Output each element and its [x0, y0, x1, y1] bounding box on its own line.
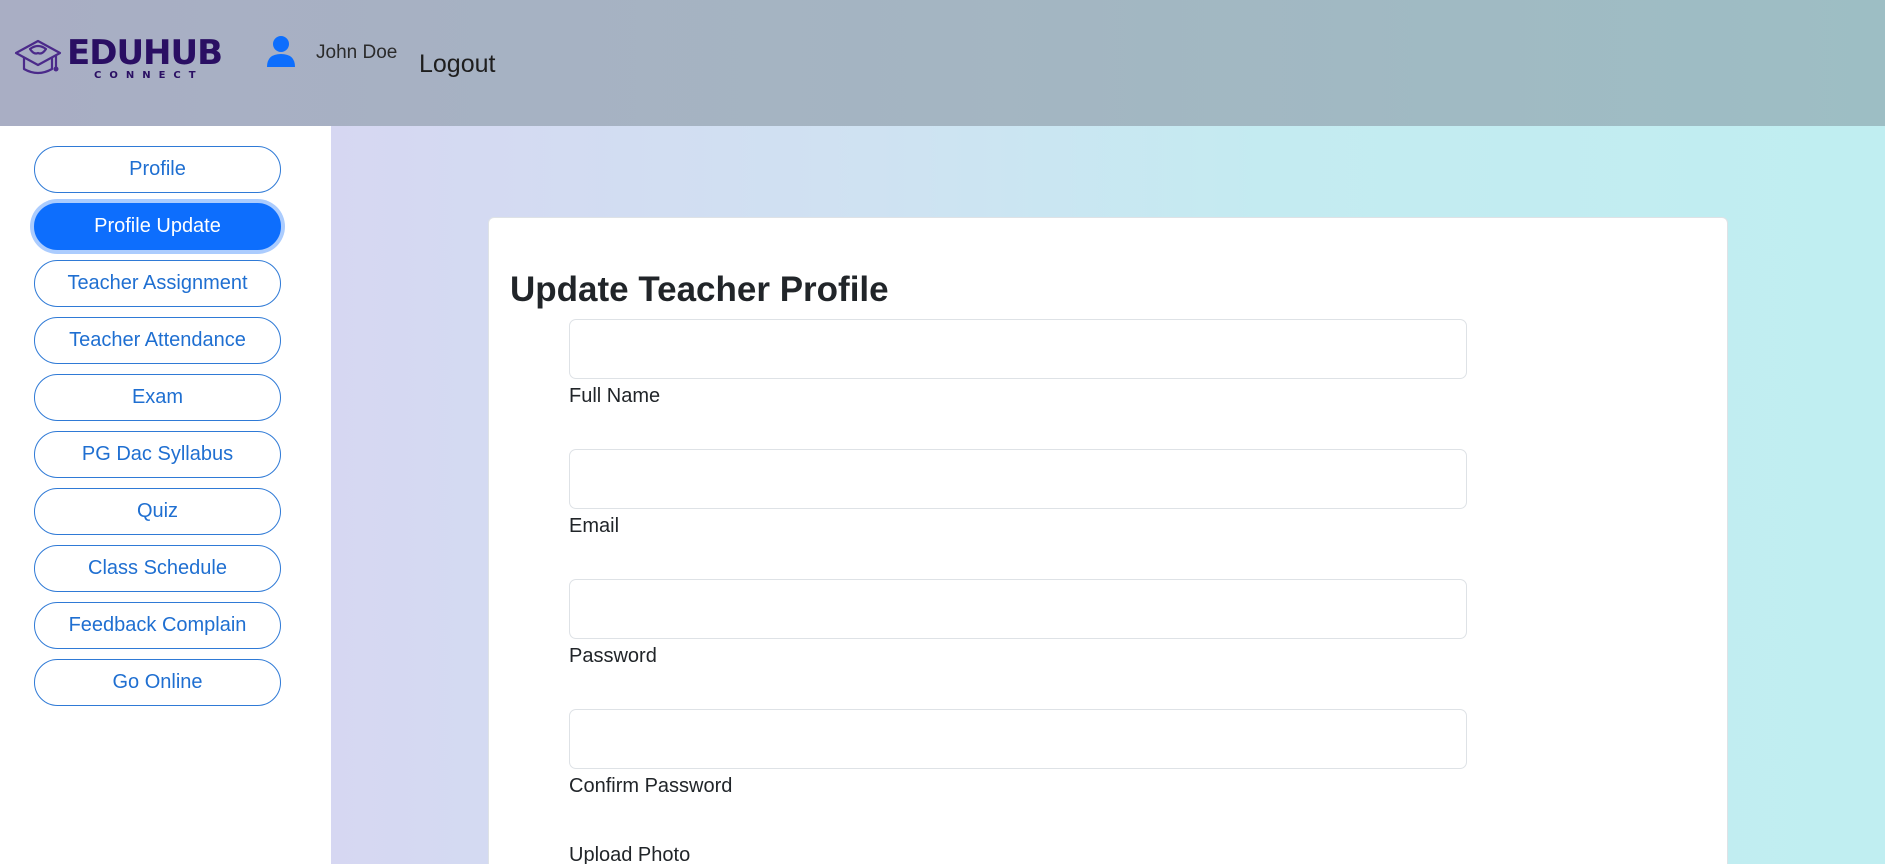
- confirm-password-input[interactable]: [569, 709, 1467, 769]
- full-name-input[interactable]: [569, 319, 1467, 379]
- graduation-cap-icon: [14, 39, 62, 75]
- sidebar-item-profile[interactable]: Profile: [34, 146, 281, 193]
- sidebar-item-teacher-assignment[interactable]: Teacher Assignment: [34, 260, 281, 307]
- sidebar: Profile Profile Update Teacher Assignmen…: [0, 126, 331, 864]
- sidebar-item-pg-dac-syllabus[interactable]: PG Dac Syllabus: [34, 431, 281, 478]
- sidebar-item-feedback-complain[interactable]: Feedback Complain: [34, 602, 281, 649]
- sidebar-item-exam[interactable]: Exam: [34, 374, 281, 421]
- email-group: Email: [569, 449, 1467, 538]
- upload-photo-label: Upload Photo: [569, 844, 691, 864]
- sidebar-item-go-online[interactable]: Go Online: [34, 659, 281, 706]
- sidebar-item-class-schedule[interactable]: Class Schedule: [34, 545, 281, 592]
- user-name: John Doe: [316, 42, 398, 63]
- full-name-group: Full Name: [569, 319, 1467, 408]
- main-content: Update Teacher Profile Full Name Email P…: [331, 126, 1885, 864]
- password-group: Password: [569, 579, 1467, 668]
- logo-wordmark: EDUHUB: [67, 33, 223, 73]
- sidebar-item-teacher-attendance[interactable]: Teacher Attendance: [34, 317, 281, 364]
- confirm-password-group: Confirm Password: [569, 709, 1467, 798]
- password-label: Password: [569, 645, 657, 667]
- password-input[interactable]: [569, 579, 1467, 639]
- sidebar-item-profile-update[interactable]: Profile Update: [34, 203, 281, 250]
- eduhub-logo[interactable]: EDUHUB CONNECT: [12, 33, 223, 85]
- profile-update-card: Update Teacher Profile Full Name Email P…: [488, 217, 1728, 864]
- logo-subtext: CONNECT: [94, 70, 204, 81]
- sidebar-item-quiz[interactable]: Quiz: [34, 488, 281, 535]
- logout-link[interactable]: Logout: [419, 50, 495, 79]
- user-icon: [267, 36, 295, 67]
- confirm-password-label: Confirm Password: [569, 775, 733, 797]
- email-input[interactable]: [569, 449, 1467, 509]
- email-label: Email: [569, 515, 620, 537]
- full-name-label: Full Name: [569, 385, 661, 407]
- page-title: Update Teacher Profile: [510, 270, 889, 309]
- top-navbar: EDUHUB CONNECT John Doe Logout: [0, 0, 1885, 126]
